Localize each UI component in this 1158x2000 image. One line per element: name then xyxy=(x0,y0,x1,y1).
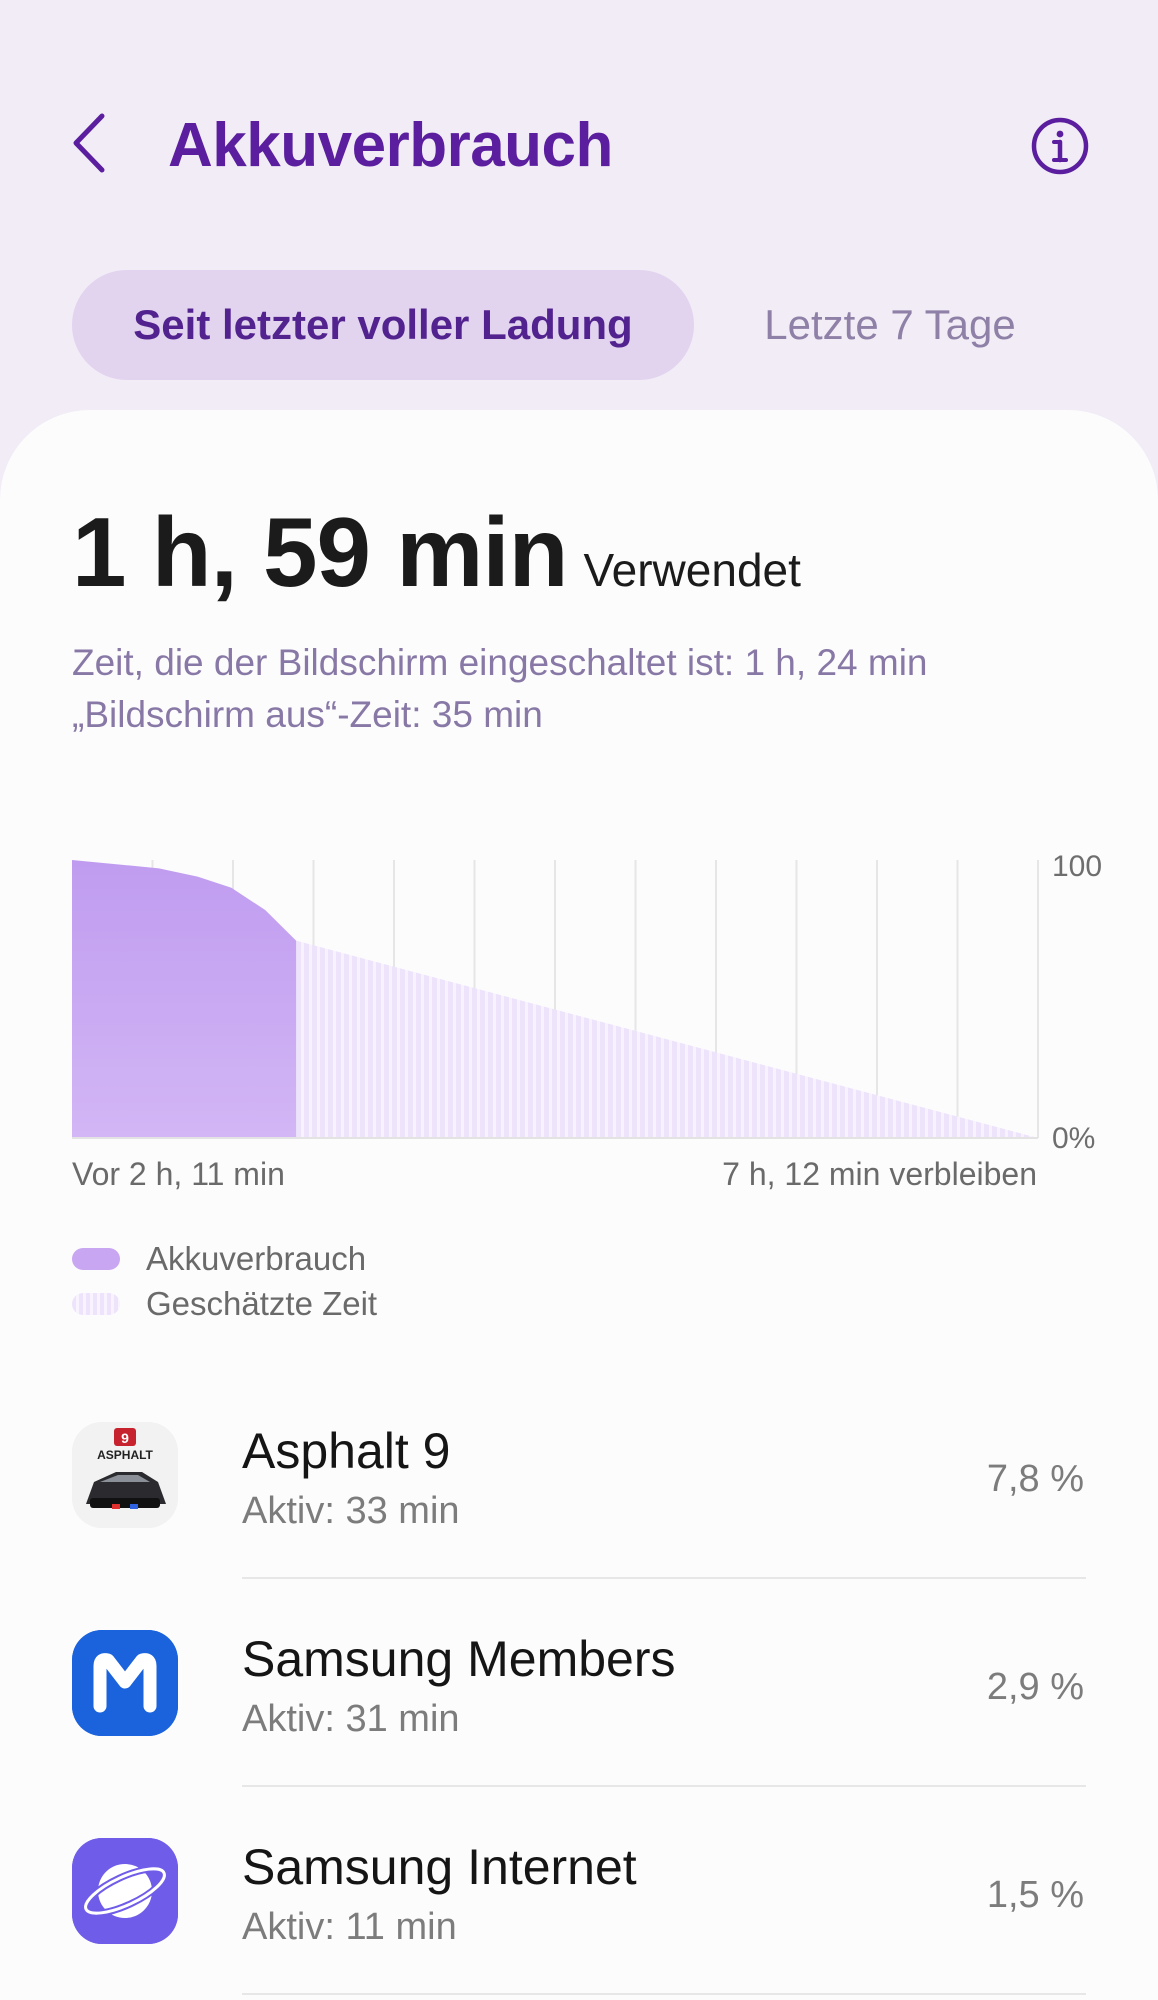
app-row-samsung-internet[interactable]: Samsung Internet Aktiv: 11 min 1,5 % xyxy=(0,1816,1158,1986)
x-axis-end-label: 7 h, 12 min verbleiben xyxy=(722,1156,1037,1192)
y-tick-label-min: 0% xyxy=(1052,1122,1095,1155)
app-row-asphalt-9[interactable]: 9 ASPHALT Asphalt 9 Aktiv: 33 min 7,8 % xyxy=(0,1400,1158,1570)
app-name: Samsung Internet xyxy=(242,1839,637,1895)
page-title: Akkuverbrauch xyxy=(168,111,613,180)
legend-used-swatch xyxy=(72,1248,120,1270)
header: Akkuverbrauch xyxy=(0,0,1158,260)
tab-last-7-days[interactable]: Letzte 7 Tage xyxy=(720,270,1060,380)
asphalt-9-icon: 9 ASPHALT xyxy=(72,1422,178,1528)
usage-time-value: 1 h, 59 min xyxy=(72,497,569,607)
divider xyxy=(242,1577,1086,1579)
usage-summary: 1 h, 59 min Verwendet xyxy=(72,496,801,609)
legend-used: Akkuverbrauch xyxy=(72,1240,366,1278)
battery-usage-screen: Akkuverbrauch Seit letzter voller Ladung… xyxy=(0,0,1158,2000)
samsung-internet-icon xyxy=(72,1838,178,1944)
battery-chart-svg: 100 0% xyxy=(72,850,1102,1155)
series-estimated-area xyxy=(296,940,1038,1138)
legend-used-label: Akkuverbrauch xyxy=(146,1240,367,1277)
app-row-samsung-members[interactable]: Samsung Members Aktiv: 31 min 2,9 % xyxy=(0,1608,1158,1778)
legend-estimated-swatch xyxy=(72,1293,120,1315)
app-name: Asphalt 9 xyxy=(242,1423,451,1479)
app-percent: 1,5 % xyxy=(986,1874,1084,1916)
y-tick-label-max: 100 xyxy=(1052,850,1102,883)
tab-since-last-full-charge[interactable]: Seit letzter voller Ladung xyxy=(72,270,694,380)
app-active-time: Aktiv: 33 min xyxy=(242,1490,460,1532)
screen-on-time: Zeit, die der Bildschirm eingeschaltet i… xyxy=(72,642,928,683)
app-active-time: Aktiv: 11 min xyxy=(242,1906,457,1948)
app-percent: 2,9 % xyxy=(986,1666,1084,1708)
usage-time-label: Verwendet xyxy=(583,544,801,596)
app-active-time: Aktiv: 31 min xyxy=(242,1698,460,1740)
divider xyxy=(242,1993,1086,1995)
app-percent: 7,8 % xyxy=(986,1458,1084,1500)
chevron-left-icon xyxy=(73,113,105,173)
asphalt-badge: 9 xyxy=(121,1430,129,1446)
x-axis-start-label: Vor 2 h, 11 min xyxy=(72,1156,285,1192)
series-used-area xyxy=(72,860,297,1138)
legend-estimated: Geschätzte Zeit xyxy=(72,1285,377,1323)
screen-off-time: „Bildschirm aus“-Zeit: 35 min xyxy=(72,694,543,735)
asphalt-wordmark: ASPHALT xyxy=(97,1448,153,1462)
legend-estimated-label: Geschätzte Zeit xyxy=(146,1285,378,1322)
app-name: Samsung Members xyxy=(242,1631,676,1687)
samsung-members-icon xyxy=(72,1630,178,1736)
divider xyxy=(242,1785,1086,1787)
back-button[interactable] xyxy=(62,108,122,178)
info-icon xyxy=(1031,117,1089,175)
info-button[interactable] xyxy=(1030,116,1090,176)
